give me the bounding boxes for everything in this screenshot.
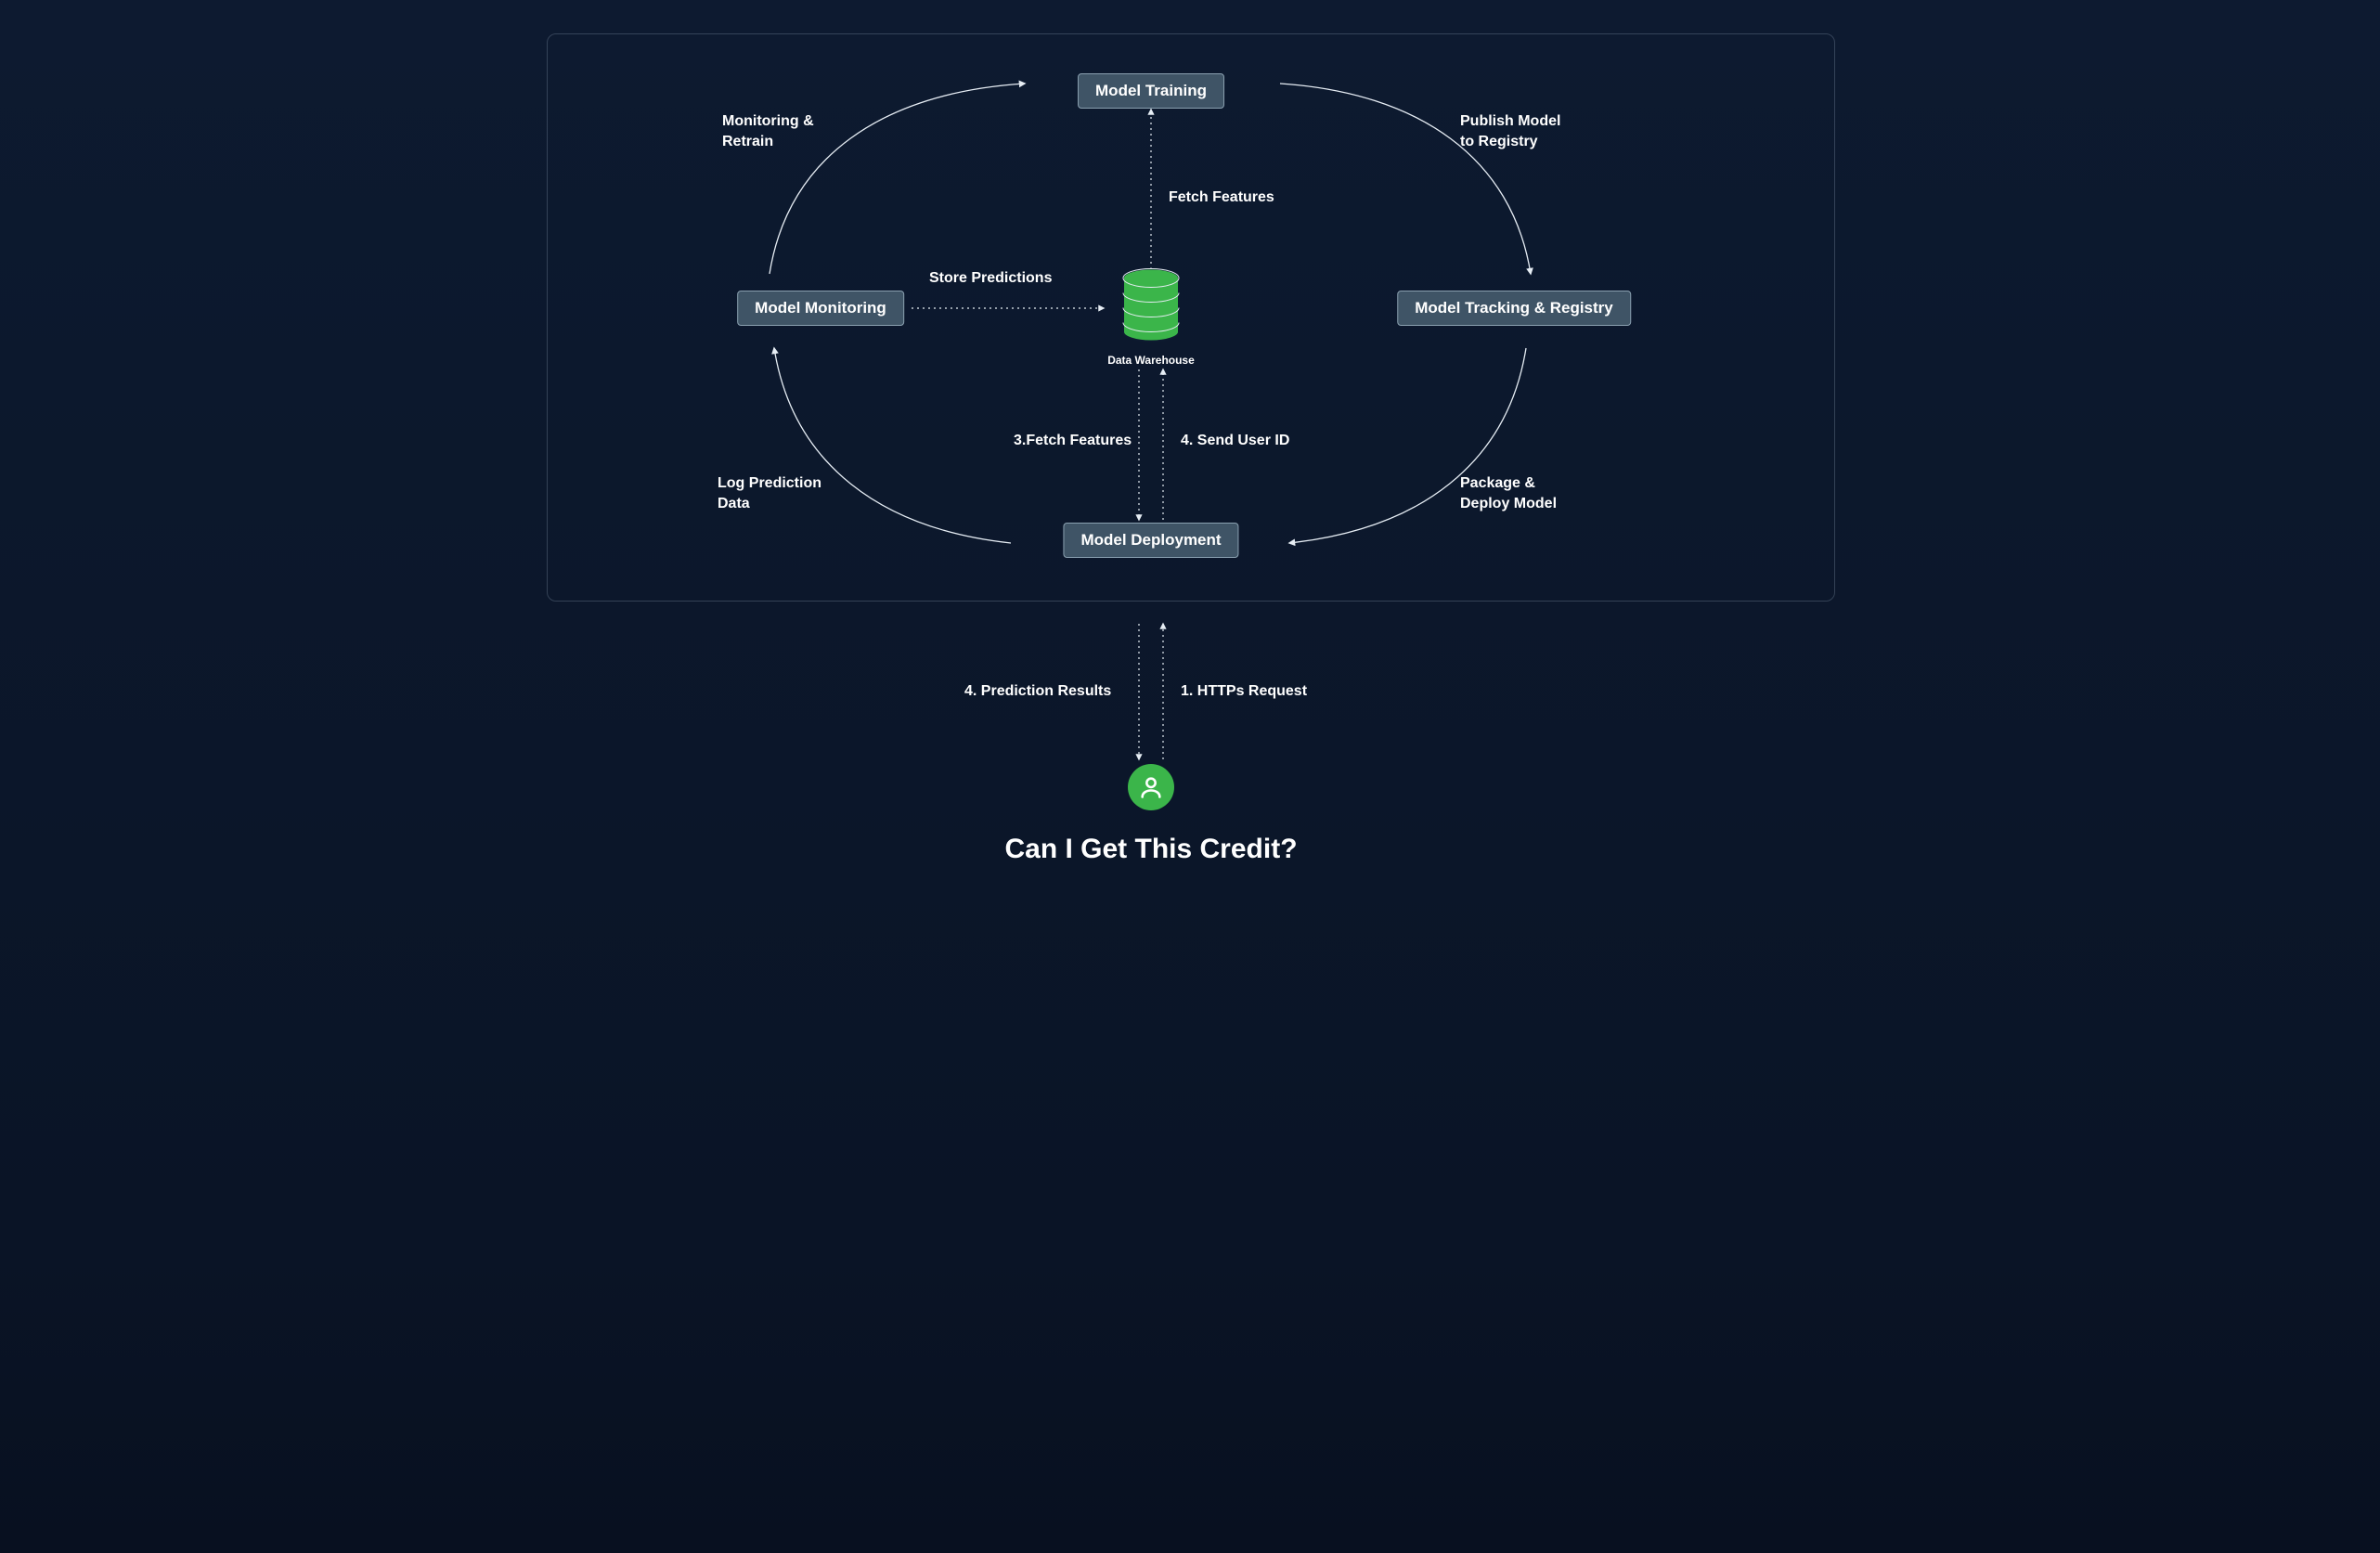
node-model-training: Model Training: [1078, 73, 1224, 109]
database-icon: [1118, 268, 1184, 349]
label-send-user-id: 4. Send User ID: [1181, 431, 1289, 451]
diagram-stage: Model Training Model Tracking & Registry…: [510, 0, 1870, 887]
label-data-warehouse: Data Warehouse: [1107, 354, 1195, 367]
label-package-deploy: Package &Deploy Model: [1460, 473, 1557, 513]
user-icon: [1128, 764, 1174, 810]
label-https-request: 1. HTTPs Request: [1181, 681, 1307, 702]
node-model-monitoring: Model Monitoring: [737, 291, 904, 326]
node-model-registry: Model Tracking & Registry: [1397, 291, 1631, 326]
label-fetch-features: Fetch Features: [1169, 188, 1274, 208]
label-prediction-results: 4. Prediction Results: [964, 681, 1111, 702]
node-model-deployment: Model Deployment: [1063, 523, 1238, 558]
label-publish-model: Publish Modelto Registry: [1460, 111, 1560, 151]
caption-title: Can I Get This Credit?: [1004, 834, 1297, 865]
label-monitoring-retrain: Monitoring &Retrain: [722, 111, 814, 151]
label-fetch-features-3: 3.Fetch Features: [1014, 431, 1132, 451]
label-log-prediction: Log PredictionData: [718, 473, 821, 513]
label-store-predictions: Store Predictions: [929, 268, 1052, 289]
